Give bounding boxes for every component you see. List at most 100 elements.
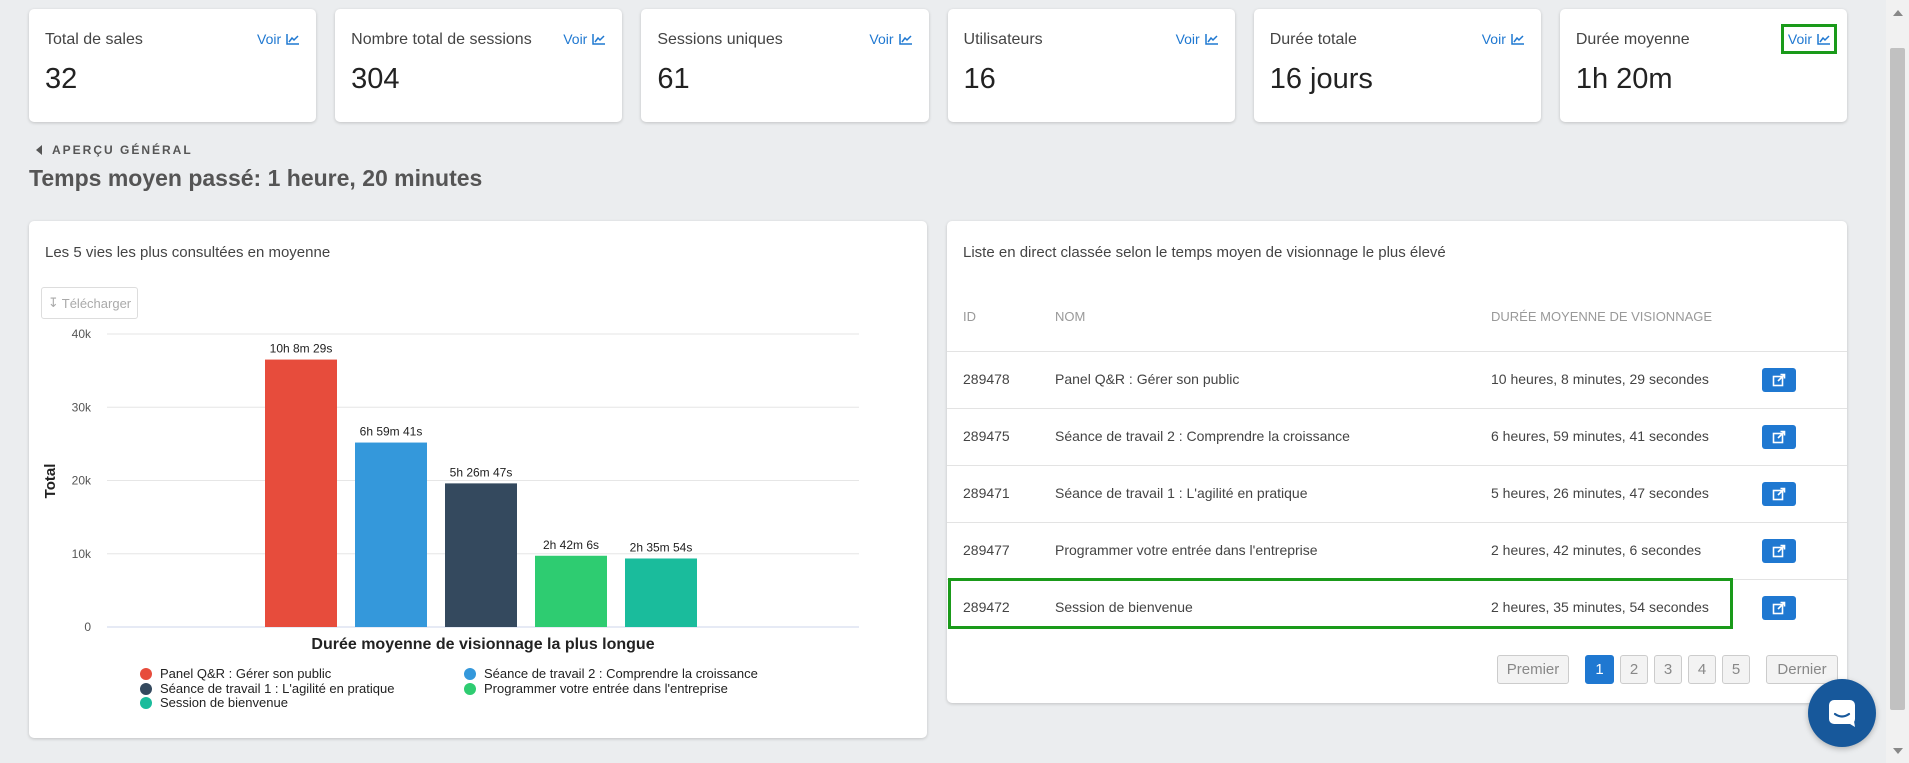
voir-link[interactable]: Voir bbox=[1482, 31, 1524, 47]
page-title: Temps moyen passé: 1 heure, 20 minutes bbox=[29, 165, 483, 191]
y-tick-label: 20k bbox=[72, 474, 92, 488]
bar bbox=[355, 442, 427, 627]
legend-marker bbox=[140, 697, 152, 709]
line-chart-icon bbox=[1817, 33, 1831, 45]
stat-value: 61 bbox=[657, 63, 690, 95]
y-axis-label: Total bbox=[42, 464, 59, 499]
data-label: 6h 59m 41s bbox=[360, 425, 423, 439]
column-header-name: NOM bbox=[1055, 309, 1086, 324]
page-button-4[interactable]: 4 bbox=[1688, 655, 1716, 684]
stat-card-unique-sessions: Sessions uniques 61 Voir bbox=[641, 9, 929, 122]
y-tick-label: 0 bbox=[84, 620, 91, 634]
line-chart-icon bbox=[286, 33, 300, 45]
external-link-icon bbox=[1772, 373, 1786, 387]
row-id: 289475 bbox=[963, 428, 1010, 444]
voir-label: Voir bbox=[1481, 31, 1506, 47]
stat-card-users: Utilisateurs 16 Voir bbox=[947, 9, 1235, 122]
voir-label: Voir bbox=[1175, 31, 1200, 47]
column-header-duration: DURÉE MOYENNE DE VISIONNAGE bbox=[1491, 309, 1713, 324]
table-row: 289475 Séance de travail 2 : Comprendre … bbox=[947, 408, 1847, 465]
external-link-icon bbox=[1772, 601, 1786, 615]
stats-row: Total de sales 32 Voir Nombre total de s… bbox=[29, 9, 1848, 122]
column-header-id: ID bbox=[963, 309, 976, 324]
open-external-button[interactable] bbox=[1762, 425, 1796, 449]
page-button-5[interactable]: 5 bbox=[1722, 655, 1750, 684]
voir-label: Voir bbox=[257, 31, 282, 47]
stat-card-total-sessions: Nombre total de sessions 304 Voir bbox=[335, 9, 623, 122]
open-external-button[interactable] bbox=[1762, 596, 1796, 620]
voir-link[interactable]: Voir bbox=[1176, 31, 1218, 47]
pagination: Premier 1 2 3 4 5 Dernier bbox=[1497, 655, 1838, 684]
row-name: Séance de travail 1 : L'agilité en prati… bbox=[1055, 485, 1308, 501]
external-link-icon bbox=[1772, 430, 1786, 444]
caret-left-icon bbox=[36, 145, 42, 155]
line-chart-icon bbox=[1204, 33, 1218, 45]
open-external-button[interactable] bbox=[1762, 368, 1796, 392]
page-button-2[interactable]: 2 bbox=[1620, 655, 1648, 684]
scrollbar-thumb[interactable] bbox=[1890, 48, 1905, 710]
stat-card-average-duration: Durée moyenne 1h 20m Voir bbox=[1559, 9, 1848, 122]
data-label: 2h 35m 54s bbox=[630, 540, 693, 554]
stat-value: 16 bbox=[963, 63, 996, 95]
row-name: Session de bienvenue bbox=[1055, 599, 1193, 615]
bar bbox=[265, 359, 337, 627]
stat-value: 16 jours bbox=[1269, 63, 1373, 95]
row-duration: 2 heures, 35 minutes, 54 secondes bbox=[1491, 599, 1709, 615]
overview-breadcrumb[interactable]: APERÇU GÉNÉRAL bbox=[36, 143, 193, 157]
legend-marker bbox=[464, 683, 476, 695]
data-label: 10h 8m 29s bbox=[270, 342, 333, 356]
open-external-button[interactable] bbox=[1762, 539, 1796, 563]
bar bbox=[445, 483, 517, 627]
legend-label: Panel Q&R : Gérer son public bbox=[160, 666, 332, 681]
external-link-icon bbox=[1772, 544, 1786, 558]
voir-label: Voir bbox=[563, 31, 588, 47]
pagination-gap bbox=[1575, 655, 1579, 684]
chart-panel: Les 5 vies les plus consultées en moyenn… bbox=[29, 221, 927, 738]
voir-link[interactable]: Voir bbox=[257, 31, 300, 47]
voir-label: Voir bbox=[869, 31, 894, 47]
stat-value: 304 bbox=[351, 63, 400, 95]
row-duration: 6 heures, 59 minutes, 41 secondes bbox=[1491, 428, 1709, 444]
pagination-gap bbox=[1756, 655, 1760, 684]
y-tick-label: 40k bbox=[72, 327, 92, 341]
legend-label: Programmer votre entrée dans l'entrepris… bbox=[484, 681, 728, 696]
row-name: Programmer votre entrée dans l'entrepris… bbox=[1055, 542, 1318, 558]
legend-label: Séance de travail 2 : Comprendre la croi… bbox=[484, 666, 758, 681]
row-id: 289472 bbox=[963, 599, 1010, 615]
line-chart-icon bbox=[898, 33, 912, 45]
open-external-button[interactable] bbox=[1762, 482, 1796, 506]
y-tick-label: 30k bbox=[72, 400, 92, 414]
y-tick-label: 10k bbox=[72, 547, 92, 561]
stat-value: 32 bbox=[45, 63, 78, 95]
list-panel-title: Liste en direct classée selon le temps m… bbox=[963, 244, 1446, 261]
bar-chart: 0 10k 20k 30k 40k Total 10h 8m 29s 6h 59m 41s 5h… bbox=[42, 327, 859, 710]
stat-card-total-duration: Durée totale 16 jours Voir bbox=[1253, 9, 1541, 122]
line-chart-icon bbox=[1511, 33, 1524, 45]
legend-marker bbox=[464, 668, 476, 680]
scroll-up-arrow-icon[interactable] bbox=[1893, 10, 1903, 16]
row-id: 289471 bbox=[963, 485, 1010, 501]
legend-marker bbox=[140, 668, 152, 680]
data-label: 5h 26m 47s bbox=[450, 465, 513, 479]
legend-marker bbox=[140, 683, 152, 695]
scroll-down-arrow-icon[interactable] bbox=[1893, 748, 1903, 754]
row-duration: 10 heures, 8 minutes, 29 secondes bbox=[1491, 371, 1709, 387]
page-button-3[interactable]: 3 bbox=[1654, 655, 1682, 684]
voir-link[interactable]: Voir bbox=[563, 31, 606, 47]
voir-link[interactable]: Voir bbox=[1780, 24, 1838, 54]
bar bbox=[625, 558, 697, 627]
voir-link[interactable]: Voir bbox=[869, 31, 912, 47]
page-button-1[interactable]: 1 bbox=[1585, 655, 1614, 684]
row-duration: 5 heures, 26 minutes, 47 secondes bbox=[1491, 485, 1709, 501]
table-row: 289472 Session de bienvenue 2 heures, 35… bbox=[947, 579, 1847, 636]
row-id: 289478 bbox=[963, 371, 1010, 387]
stat-card-total-sales: Total de sales 32 Voir bbox=[29, 9, 317, 122]
page-first-button[interactable]: Premier bbox=[1497, 655, 1569, 684]
bar bbox=[535, 555, 607, 627]
list-panel: Liste en direct classée selon le temps m… bbox=[947, 221, 1847, 703]
external-link-icon bbox=[1772, 487, 1786, 501]
overview-crumb-label: APERÇU GÉNÉRAL bbox=[52, 143, 193, 157]
table-row: 289477 Programmer votre entrée dans l'en… bbox=[947, 522, 1847, 579]
chat-launcher-button[interactable] bbox=[1808, 679, 1876, 747]
page-last-button[interactable]: Dernier bbox=[1766, 655, 1838, 684]
